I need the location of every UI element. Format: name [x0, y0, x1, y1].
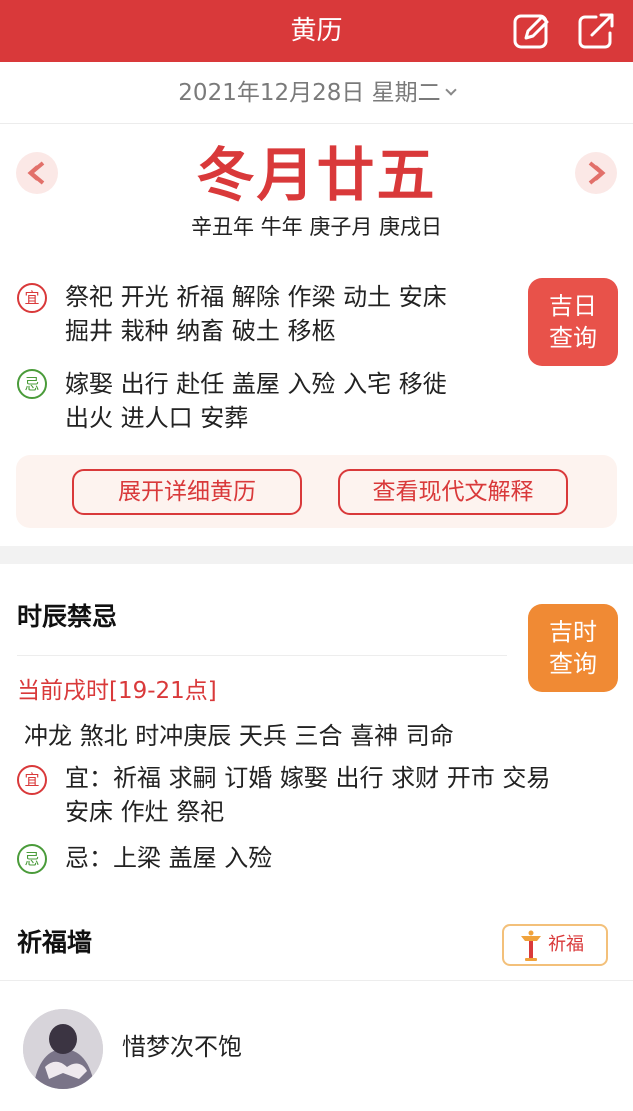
user-name: 惜梦次不饱 [122, 1033, 242, 1061]
day-ji-list: 嫁娶 出行 赴任 盖屋 入殓 入宅 移徙 出火 进人口 安葬 [65, 367, 505, 435]
day-ji-line: 出火 进人口 安葬 [65, 404, 249, 432]
app-header: 黄历 [0, 0, 633, 62]
ji-badge: 忌 [17, 844, 47, 874]
pray-button-label: 祈福 [548, 934, 584, 955]
day-yi-line: 祭祀 开光 祈福 解除 作梁 动土 安床 [65, 283, 447, 311]
yi-badge: 宜 [17, 765, 47, 795]
hour-yi-line: 安床 作灶 祭祀 [65, 798, 225, 826]
button-line: 查询 [549, 324, 597, 352]
hour-taboo-title: 时辰禁忌 [17, 602, 118, 631]
date-selector[interactable]: 2021年12月28日 星期二 [0, 62, 633, 124]
edit-icon[interactable] [512, 11, 552, 51]
hour-yi-list: 宜：祈福 求嗣 订婚 嫁娶 出行 求财 开市 交易 安床 作灶 祭祀 [65, 761, 605, 829]
button-line: 查询 [549, 650, 597, 678]
lunar-date: 冬月廿五 [196, 141, 437, 209]
ganzhi-text: 辛丑年 牛年 庚子月 庚戌日 [190, 215, 443, 239]
expand-details-button[interactable]: 展开详细黄历 [72, 469, 302, 515]
share-icon[interactable] [576, 11, 616, 51]
lucky-hour-query-button[interactable]: 吉时 查询 [528, 604, 618, 692]
hour-yi-line: 宜：祈福 求嗣 订婚 嫁娶 出行 求财 开市 交易 [65, 764, 551, 792]
date-text: 2021年12月28日 星期二 [178, 80, 441, 106]
day-yi-list: 祭祀 开光 祈福 解除 作梁 动土 安床 掘井 栽种 纳畜 破土 移柩 [65, 280, 505, 348]
button-line: 吉日 [549, 292, 597, 320]
divider [17, 655, 507, 656]
avatar[interactable] [23, 1009, 103, 1089]
divider [0, 980, 633, 981]
current-hour: 当前戌时[19-21点] [17, 678, 217, 704]
button-line: 吉时 [549, 618, 597, 646]
section-divider [0, 546, 633, 564]
ji-badge: 忌 [17, 369, 47, 399]
blessing-wall-title: 祈福墙 [17, 928, 93, 957]
day-yi-line: 掘井 栽种 纳畜 破土 移柩 [65, 317, 336, 345]
pray-button[interactable]: 祈福 [502, 924, 608, 966]
expand-panel: 展开详细黄历 查看现代文解释 [16, 455, 617, 528]
modern-explanation-button[interactable]: 查看现代文解释 [338, 469, 568, 515]
shensha-text: 冲龙 煞北 时冲庚辰 天兵 三合 喜神 司命 [24, 722, 454, 750]
chevron-down-icon [445, 84, 457, 96]
hour-ji-line: 忌：上梁 盖屋 入殓 [65, 844, 273, 872]
next-day-icon[interactable] [575, 152, 617, 194]
yi-badge: 宜 [17, 283, 47, 313]
day-ji-line: 嫁娶 出行 赴任 盖屋 入殓 入宅 移徙 [65, 370, 447, 398]
incense-icon [521, 930, 541, 961]
lucky-day-query-button[interactable]: 吉日 查询 [528, 278, 618, 366]
